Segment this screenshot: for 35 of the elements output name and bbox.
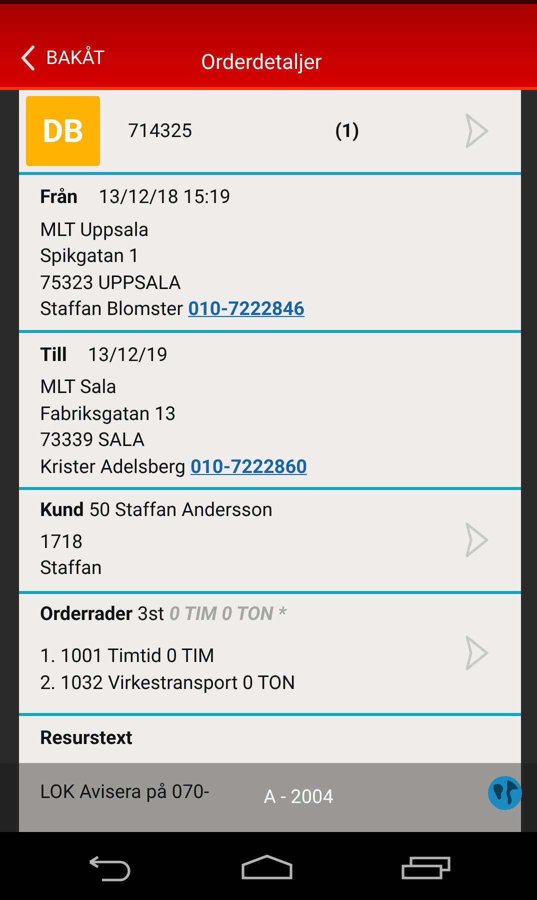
page-title: Orderdetaljer: [201, 50, 322, 77]
detail-text: MLT Sala: [40, 374, 117, 400]
detail-text: MLT Uppsala: [40, 216, 149, 242]
recent-apps-icon[interactable]: [401, 854, 451, 880]
detail-text: 73339 SALA: [40, 427, 145, 453]
order-summary: 0 TIM 0 TON *: [169, 600, 286, 626]
customer-name: 50 Staffan Andersson: [88, 497, 273, 523]
section-label: Orderrader: [40, 600, 133, 626]
home-icon[interactable]: [241, 854, 293, 880]
back-button[interactable]: BAKÅT: [20, 44, 105, 72]
order-line: 1. 1001 Timtid 0 TIM: [40, 643, 214, 669]
detail-text: 1718: [40, 528, 83, 554]
detail-text: Spikgatan 1: [40, 243, 140, 269]
contact-name: Krister Adelsberg: [40, 454, 186, 480]
detail-text: Staffan: [40, 555, 102, 581]
globe-icon[interactable]: [488, 776, 522, 810]
date-text: 13/12/19: [88, 342, 168, 368]
back-icon: [20, 45, 36, 72]
detail-text: 75323 UPPSALA: [40, 270, 181, 296]
section-label: Resurstext: [40, 725, 132, 751]
date-text: 13/12/18 15:19: [98, 184, 230, 210]
order-type-badge: DB: [26, 96, 100, 166]
section-label: Till: [40, 342, 67, 368]
phone-link[interactable]: 010-7222860: [190, 454, 308, 480]
toast-text: A - 2004: [264, 784, 334, 810]
contact-name: Staffan Blomster: [40, 296, 184, 322]
line-count: 3st: [138, 600, 164, 626]
detail-text: LOK Avisera på 070-: [40, 778, 210, 804]
order-number: 714325: [128, 118, 192, 144]
detail-text: Fabriksgatan 13: [40, 400, 176, 426]
section-label: Från: [40, 184, 78, 210]
phone-link[interactable]: 010-7222846: [188, 296, 305, 322]
order-count: (1): [335, 118, 360, 144]
section-label: Kund: [40, 497, 84, 523]
order-line: 2. 1032 Virkestransport 0 TON: [40, 670, 296, 696]
